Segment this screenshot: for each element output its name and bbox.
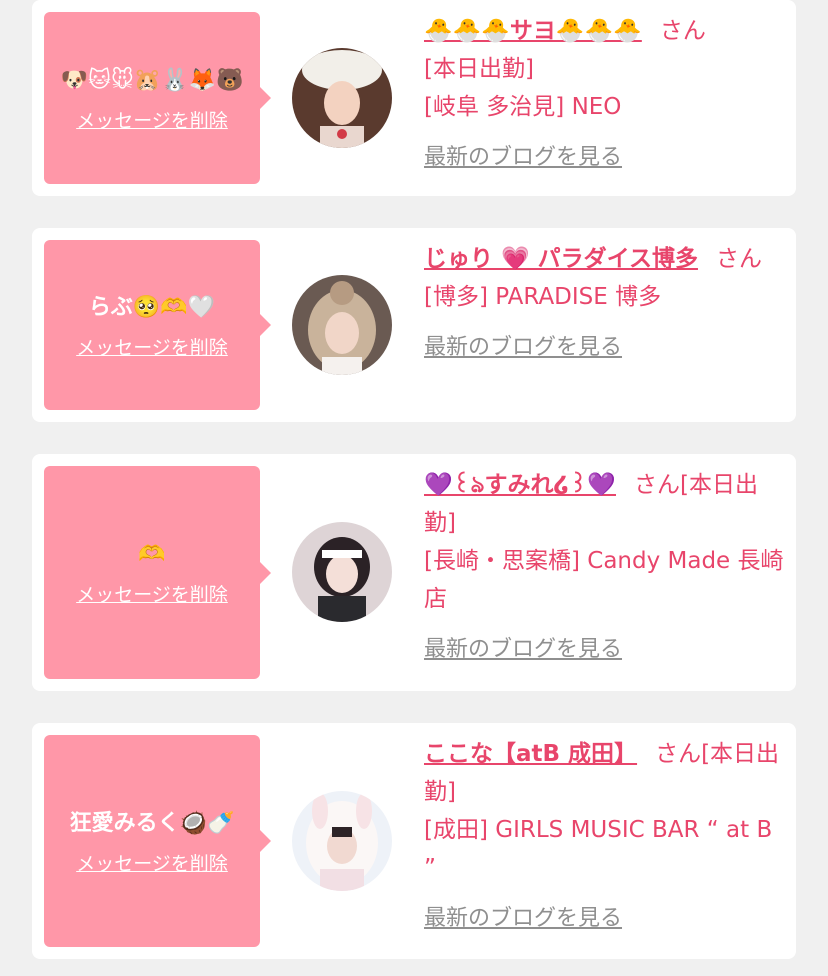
message-bubble: 🫶 メッセージを削除 <box>44 466 271 679</box>
honorific: さん <box>715 246 762 272</box>
message-card: 🐶🐱🐭🐹🐰🦊🐻 メッセージを削除 🐣🐣🐣サヨ🐣🐣🐣 さん [本日出勤] [岐阜 多… <box>32 0 796 196</box>
cast-name-link[interactable]: 🐣🐣🐣サヨ🐣🐣🐣 <box>424 18 642 44</box>
shop-name: [長崎・思案橋] Candy Made 長崎店 <box>424 548 784 612</box>
message-bubble: 🐶🐱🐭🐹🐰🦊🐻 メッセージを削除 <box>44 12 271 184</box>
work-status: [本日出勤] <box>424 56 534 82</box>
shop-name: [博多] PARADISE 博多 <box>424 284 662 310</box>
avatar[interactable] <box>292 791 392 891</box>
message-card: らぶ🥺🫶🤍 メッセージを削除 じゅり 💗 パラダイス博多 さん [博多] PARA… <box>32 228 796 422</box>
shop-name: [成田] GIRLS MUSIC BAR “ at B ” <box>424 817 773 881</box>
blog-link[interactable]: 最新のブログを見る <box>424 631 622 669</box>
delete-message-link[interactable]: メッセージを削除 <box>76 333 228 360</box>
message-text: 狂愛みるく🥥🍼 <box>69 810 235 836</box>
avatar[interactable] <box>292 275 392 375</box>
honorific: さん <box>634 472 680 498</box>
message-bubble: らぶ🥺🫶🤍 メッセージを削除 <box>44 240 271 410</box>
message-card: 狂愛みるく🥥🍼 メッセージを削除 ここな【atB 成田】 さん[本日出勤] [成田… <box>32 723 796 959</box>
cast-info: 💜꒰ঌすみれ໒꒱💜 さん[本日出勤] [長崎・思案橋] Candy Made 長崎… <box>424 466 784 669</box>
shop-name: [岐阜 多治見] NEO <box>424 94 622 120</box>
message-text: らぶ🥺🫶🤍 <box>88 294 216 320</box>
delete-message-link[interactable]: メッセージを削除 <box>76 580 228 607</box>
cast-name-link[interactable]: ここな【atB 成田】 <box>424 741 637 767</box>
message-text: 🫶 <box>138 542 166 567</box>
delete-message-link[interactable]: メッセージを削除 <box>76 849 228 876</box>
avatar[interactable] <box>292 522 392 622</box>
message-text: 🐶🐱🐭🐹🐰🦊🐻 <box>60 67 244 93</box>
delete-message-link[interactable]: メッセージを削除 <box>76 106 228 133</box>
cast-name-link[interactable]: じゅり 💗 パラダイス博多 <box>424 246 698 272</box>
message-list: 🐶🐱🐭🐹🐰🦊🐻 メッセージを削除 🐣🐣🐣サヨ🐣🐣🐣 さん [本日出勤] [岐阜 多… <box>0 0 828 976</box>
honorific: さん <box>659 18 706 44</box>
avatar[interactable] <box>292 48 392 148</box>
cast-info: じゅり 💗 パラダイス博多 さん [博多] PARADISE 博多 最新のブログを… <box>424 240 784 367</box>
cast-name-link[interactable]: 💜꒰ঌすみれ໒꒱💜 <box>424 472 616 498</box>
message-card: 🫶 メッセージを削除 💜꒰ঌすみれ໒꒱💜 さん[本日出勤] [長崎・思案橋] Ca… <box>32 454 796 691</box>
message-bubble: 狂愛みるく🥥🍼 メッセージを削除 <box>44 735 271 947</box>
cast-info: 🐣🐣🐣サヨ🐣🐣🐣 さん [本日出勤] [岐阜 多治見] NEO 最新のブログを見る <box>424 12 784 177</box>
blog-link[interactable]: 最新のブログを見る <box>424 329 622 367</box>
cast-info: ここな【atB 成田】 さん[本日出勤] [成田] GIRLS MUSIC BAR… <box>424 735 784 938</box>
blog-link[interactable]: 最新のブログを見る <box>424 900 622 938</box>
blog-link[interactable]: 最新のブログを見る <box>424 139 622 177</box>
honorific: さん <box>655 741 702 767</box>
